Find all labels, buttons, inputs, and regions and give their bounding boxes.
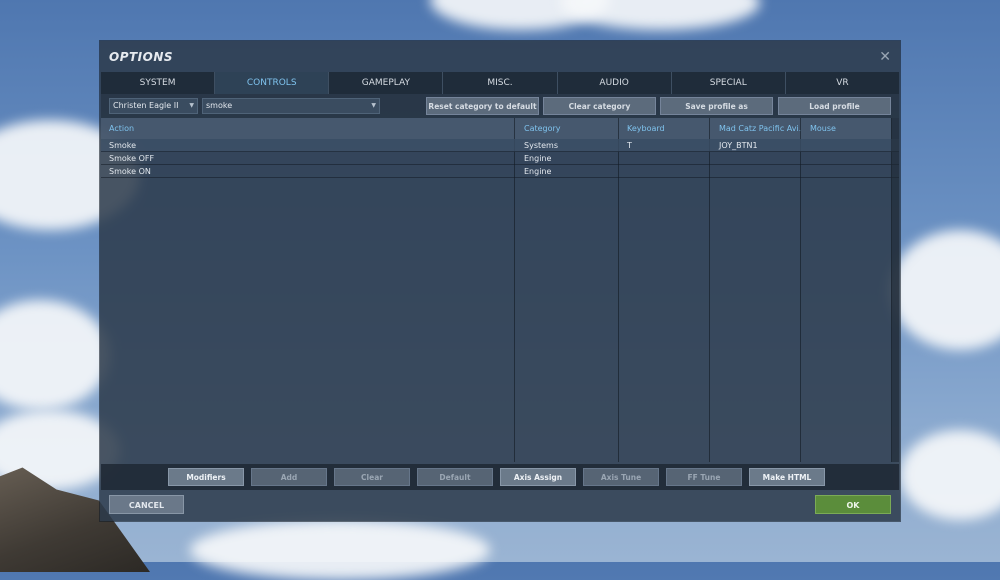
tab-controls[interactable]: CONTROLS (215, 72, 330, 94)
category-search-select[interactable]: smoke ▼ (202, 98, 380, 114)
modifiers-button[interactable]: Modifiers (168, 468, 244, 486)
category-search-value: smoke (206, 101, 233, 110)
ok-button[interactable]: OK (815, 495, 891, 514)
reset-category-button[interactable]: Reset category to default (426, 97, 539, 115)
make-html-button[interactable]: Make HTML (749, 468, 825, 486)
column-header-action[interactable]: Action (109, 118, 509, 139)
controls-toolbar: Christen Eagle II ▼ smoke ▼ Reset catego… (101, 94, 899, 118)
axis-tune-button[interactable]: Axis Tune (583, 468, 659, 486)
dialog-title: OPTIONS (109, 50, 174, 64)
clear-category-button[interactable]: Clear category (543, 97, 656, 115)
save-profile-button[interactable]: Save profile as (660, 97, 773, 115)
cloud (890, 230, 1000, 350)
cell-category: Engine (524, 167, 552, 176)
cell-category: Systems (524, 141, 558, 150)
cell-category: Engine (524, 154, 552, 163)
tab-gameplay[interactable]: GAMEPLAY (329, 72, 444, 94)
cloud (190, 520, 490, 580)
tab-system[interactable]: SYSTEM (101, 72, 216, 94)
table-row[interactable]: Smoke Systems T JOY_BTN1 (101, 139, 899, 152)
table-scrollbar[interactable] (891, 118, 899, 462)
tab-bar: SYSTEM CONTROLS GAMEPLAY MISC. AUDIO SPE… (101, 72, 899, 94)
table-row[interactable]: Smoke ON Engine (101, 165, 899, 178)
column-header-mouse[interactable]: Mouse (810, 118, 890, 139)
cell-keyboard[interactable]: T (627, 139, 632, 152)
column-header-device[interactable]: Mad Catz Pacific Avi... (719, 118, 801, 139)
tab-misc[interactable]: MISC. (443, 72, 558, 94)
aircraft-select-value: Christen Eagle II (113, 101, 179, 110)
chevron-down-icon: ▼ (189, 102, 194, 109)
cancel-button[interactable]: CANCEL (109, 495, 184, 514)
options-dialog: OPTIONS ✕ SYSTEM CONTROLS GAMEPLAY MISC.… (100, 41, 900, 521)
cloud (0, 300, 110, 410)
cell-device[interactable]: JOY_BTN1 (719, 139, 758, 152)
table-header: Action Category Keyboard Mad Catz Pacifi… (101, 118, 891, 139)
cell-action: Smoke OFF (109, 154, 155, 163)
aircraft-select[interactable]: Christen Eagle II ▼ (109, 98, 198, 114)
cell-action: Smoke (109, 141, 137, 150)
cell-action: Smoke ON (109, 167, 151, 176)
cloud (560, 0, 760, 30)
tab-vr[interactable]: VR (785, 72, 899, 94)
chevron-down-icon: ▼ (371, 102, 376, 109)
binding-actions-bar: Modifiers Add Clear Default Axis Assign … (101, 464, 899, 490)
close-icon[interactable]: ✕ (879, 49, 891, 65)
column-header-category[interactable]: Category (524, 118, 619, 139)
cloud (900, 430, 1000, 520)
axis-assign-button[interactable]: Axis Assign (500, 468, 576, 486)
load-profile-button[interactable]: Load profile (778, 97, 891, 115)
tab-special[interactable]: SPECIAL (671, 72, 786, 94)
add-button[interactable]: Add (251, 468, 327, 486)
tab-audio[interactable]: AUDIO (557, 72, 672, 94)
column-header-keyboard[interactable]: Keyboard (627, 118, 712, 139)
default-button[interactable]: Default (417, 468, 493, 486)
table-row[interactable]: Smoke OFF Engine (101, 152, 899, 165)
clear-button[interactable]: Clear (334, 468, 410, 486)
ff-tune-button[interactable]: FF Tune (666, 468, 742, 486)
bindings-table: Action Category Keyboard Mad Catz Pacifi… (101, 118, 899, 462)
